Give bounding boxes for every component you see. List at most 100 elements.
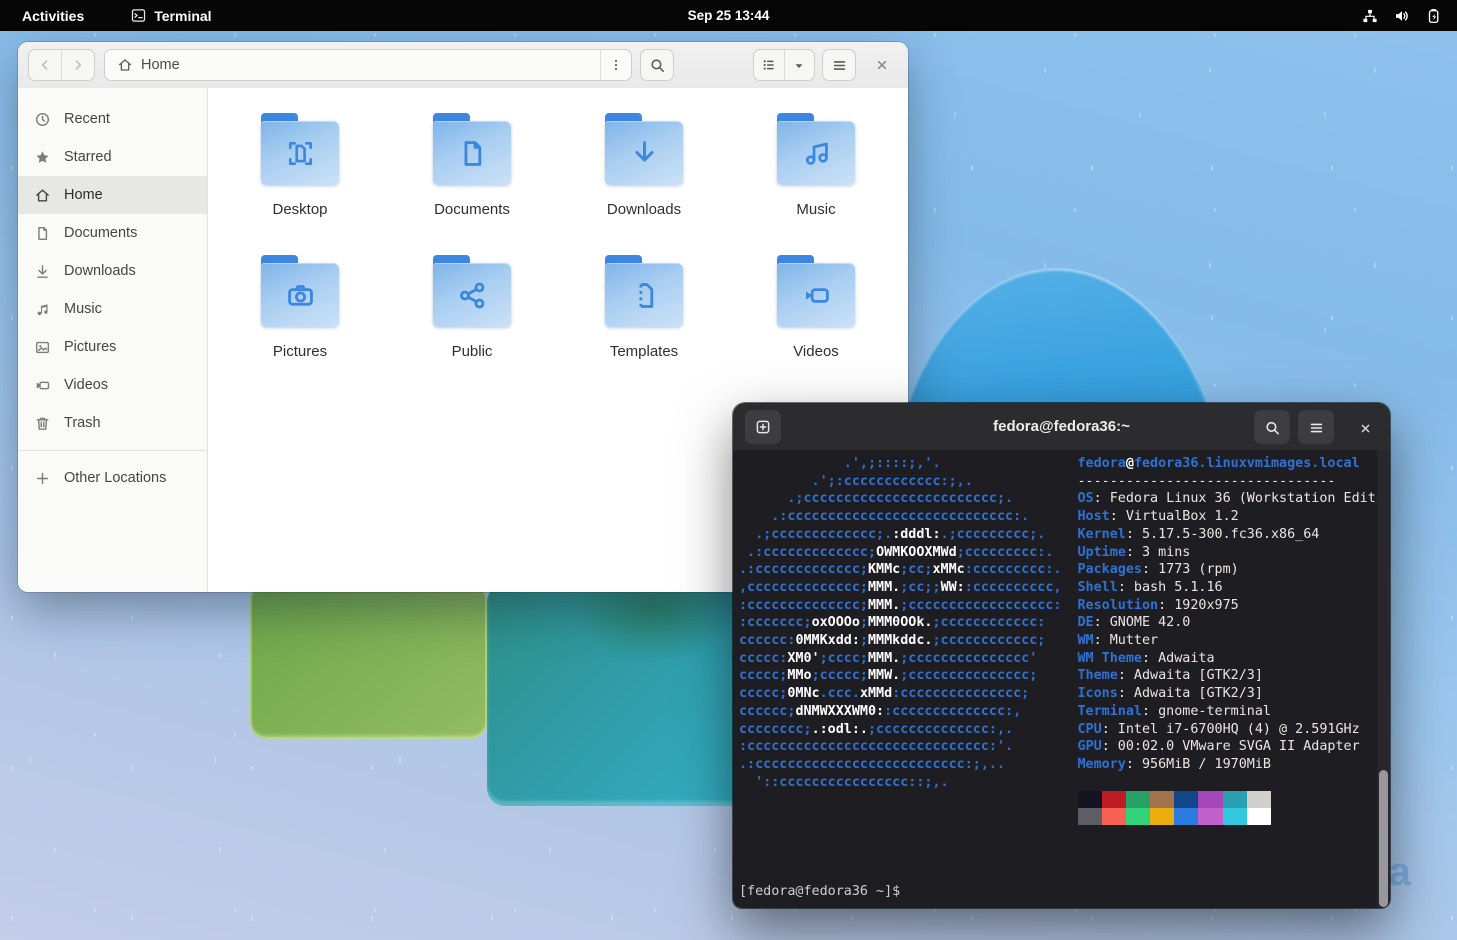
trash-icon — [34, 415, 51, 432]
folder-icon — [602, 113, 686, 185]
sidebar-item-label: Trash — [64, 415, 101, 431]
breadcrumb[interactable]: Home — [105, 57, 600, 73]
clock-icon — [34, 111, 51, 128]
folder-icon — [258, 255, 342, 327]
sidebar-item-label: Starred — [64, 149, 112, 165]
home-icon — [117, 57, 133, 73]
clock-button[interactable]: Sep 25 13:44 — [688, 8, 770, 23]
image-icon — [34, 339, 51, 356]
sidebar-item-other-locations[interactable]: Other Locations — [18, 459, 207, 497]
sidebar-item-pictures[interactable]: Pictures — [18, 328, 207, 366]
neofetch-host-title: fedora@fedora36.linuxvmimages.local — [1078, 455, 1384, 473]
neofetch-output: .',;::::;,'. .';:cccccccccccc:;,. .;cccc… — [739, 455, 1390, 825]
folder-videos[interactable]: Videos — [730, 248, 902, 380]
home-icon — [34, 187, 51, 204]
main-menu-button[interactable] — [822, 49, 856, 81]
info-line-cpu: CPU: Intel i7-6700HQ (4) @ 2.591GHz — [1078, 721, 1384, 739]
sidebar-item-home[interactable]: Home — [18, 176, 207, 214]
screen: ra Activities Terminal Sep 25 13:44 Home — [0, 0, 1457, 940]
battery-charging-icon — [1425, 7, 1443, 25]
desktop-emblem — [261, 121, 339, 185]
folder-label: Templates — [610, 343, 678, 360]
music-note-icon — [34, 301, 51, 318]
wallpaper-green-shape — [250, 584, 487, 739]
info-line-os: OS: Fedora Linux 36 (Workstation Editi — [1078, 490, 1384, 508]
back-button[interactable] — [29, 50, 62, 80]
terminal-window: fedora@fedora36:~ .',;::::;,'. .';:ccccc… — [733, 403, 1390, 908]
templates-emblem — [605, 263, 683, 327]
info-line-uptime: Uptime: 3 mins — [1078, 544, 1384, 562]
top-bar: Activities Terminal Sep 25 13:44 — [0, 0, 1457, 31]
terminal-app-icon — [130, 7, 147, 24]
sidebar-item-label: Downloads — [64, 263, 136, 279]
terminal-close-button[interactable] — [1350, 413, 1380, 443]
folder-documents[interactable]: Documents — [386, 106, 558, 238]
info-line-gpu: GPU: 00:02.0 VMware SVGA II Adapter — [1078, 738, 1384, 756]
network-icon — [1361, 7, 1379, 25]
sidebar-item-label: Music — [64, 301, 102, 317]
app-menu-button[interactable]: Terminal — [130, 7, 211, 24]
activities-button[interactable]: Activities — [14, 6, 92, 26]
terminal-headerbar[interactable]: fedora@fedora36:~ — [733, 403, 1390, 451]
info-line-packages: Packages: 1773 (rpm) — [1078, 561, 1384, 579]
terminal-search-button[interactable] — [1254, 410, 1290, 444]
sidebar-item-trash[interactable]: Trash — [18, 404, 207, 442]
sidebar-item-music[interactable]: Music — [18, 290, 207, 328]
info-line-de: DE: GNOME 42.0 — [1078, 614, 1384, 632]
sidebar-item-videos[interactable]: Videos — [18, 366, 207, 404]
sidebar-item-starred[interactable]: Starred — [18, 138, 207, 176]
terminal-title: fedora@fedora36:~ — [733, 403, 1390, 450]
files-close-button[interactable] — [866, 49, 898, 81]
volume-icon — [1393, 7, 1411, 25]
terminal-output[interactable]: .',;::::;,'. .';:cccccccccccc:;,. .;cccc… — [733, 450, 1390, 908]
info-line-terminal: Terminal: gnome-terminal — [1078, 703, 1384, 721]
plus-icon — [34, 470, 51, 487]
document-icon — [34, 225, 51, 242]
fedora-ascii-logo: .',;::::;,'. .';:cccccccccccc:;,. .;cccc… — [739, 455, 1062, 825]
view-options-button[interactable] — [785, 50, 815, 80]
terminal-menu-button[interactable] — [1298, 410, 1334, 444]
new-tab-button[interactable] — [745, 410, 781, 444]
sidebar-item-label: Home — [64, 187, 103, 203]
neofetch-info: fedora@fedora36.linuxvmimages.local-----… — [1078, 455, 1384, 825]
folder-downloads[interactable]: Downloads — [558, 106, 730, 238]
list-view-button[interactable] — [754, 50, 785, 80]
new-tab-icon — [754, 418, 772, 436]
sidebar-item-downloads[interactable]: Downloads — [18, 252, 207, 290]
sidebar-item-label: Videos — [64, 377, 108, 393]
terminal-palette-row-2 — [1078, 808, 1384, 825]
folder-label: Downloads — [607, 201, 681, 218]
public-emblem — [433, 263, 511, 327]
folder-music[interactable]: Music — [730, 106, 902, 238]
info-line-wm-theme: WM Theme: Adwaita — [1078, 650, 1384, 668]
system-tray[interactable] — [1361, 7, 1443, 25]
info-line-icons: Icons: Adwaita [GTK2/3] — [1078, 685, 1384, 703]
sidebar-item-label: Other Locations — [64, 470, 166, 486]
path-menu-button[interactable] — [600, 50, 631, 80]
terminal-scrollbar[interactable] — [1377, 450, 1390, 908]
view-toggle — [753, 49, 815, 81]
shell-prompt: [fedora@fedora36 ~]$ — [739, 883, 1390, 908]
folder-pictures[interactable]: Pictures — [214, 248, 386, 380]
search-button[interactable] — [640, 49, 674, 81]
folder-icon — [602, 255, 686, 327]
sidebar-item-recent[interactable]: Recent — [18, 100, 207, 138]
neofetch-separator: -------------------------------- — [1078, 473, 1384, 491]
chevron-right-icon — [70, 57, 86, 73]
app-menu-label: Terminal — [154, 8, 211, 24]
search-icon — [649, 57, 666, 74]
files-sidebar: Recent Starred Home Documents Downloads Music… — [18, 88, 208, 592]
folder-public[interactable]: Public — [386, 248, 558, 380]
files-headerbar[interactable]: Home — [18, 42, 908, 89]
info-line-kernel: Kernel: 5.17.5-300.fc36.x86_64 — [1078, 526, 1384, 544]
forward-button[interactable] — [62, 50, 94, 80]
scrollbar-thumb[interactable] — [1379, 770, 1388, 907]
folder-templates[interactable]: Templates — [558, 248, 730, 380]
folder-icon — [774, 255, 858, 327]
info-line-theme: Theme: Adwaita [GTK2/3] — [1078, 667, 1384, 685]
path-bar[interactable]: Home — [104, 49, 632, 81]
folder-label: Desktop — [272, 201, 327, 218]
chevron-left-icon — [37, 57, 53, 73]
sidebar-item-documents[interactable]: Documents — [18, 214, 207, 252]
folder-desktop[interactable]: Desktop — [214, 106, 386, 238]
